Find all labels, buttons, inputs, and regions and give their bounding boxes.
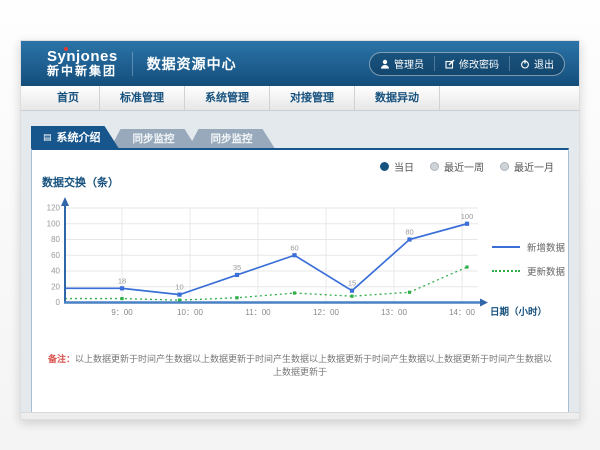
- filter-today[interactable]: 当日: [380, 159, 414, 174]
- user-menu: 管理员 修改密码 退出: [369, 52, 565, 76]
- power-icon: [520, 59, 530, 69]
- logo-text: Synjones: [47, 49, 118, 65]
- app-window: Synjones 新中新集团 数据资源中心 管理员 修改密码: [20, 40, 580, 420]
- nav-item-standard-mgmt[interactable]: 标准管理: [100, 86, 185, 110]
- tab-sync-monitor-2[interactable]: 同步监控: [189, 129, 275, 148]
- svg-text:60: 60: [51, 251, 60, 260]
- tab-bar: ▤ 系统介绍 同步监控 同步监控: [31, 126, 275, 148]
- footnote: 备注：以上数据更新于时间产生数据以上数据更新于时间产生数据以上数据更新于时间产生…: [44, 352, 556, 378]
- user-icon: [380, 59, 390, 69]
- tab-label: 同步监控: [211, 131, 253, 146]
- svg-text:100: 100: [461, 212, 474, 221]
- svg-text:15: 15: [348, 279, 356, 288]
- svg-text:13：00: 13：00: [381, 308, 407, 317]
- nav-item-interface-mgmt[interactable]: 对接管理: [270, 86, 355, 110]
- svg-text:12：00: 12：00: [313, 308, 339, 317]
- filter-label: 最近一月: [514, 159, 554, 174]
- radio-icon: [500, 162, 509, 171]
- tab-label: 系统介绍: [57, 129, 101, 145]
- user-menu-admin-label: 管理员: [394, 56, 424, 71]
- svg-text:80: 80: [51, 235, 60, 244]
- svg-text:9：00: 9：00: [111, 308, 133, 317]
- edit-icon: [445, 59, 455, 69]
- filter-label: 当日: [394, 159, 414, 174]
- svg-text:0: 0: [56, 298, 61, 307]
- svg-text:11：00: 11：00: [245, 308, 271, 317]
- nav-item-data-change[interactable]: 数据异动: [355, 86, 440, 110]
- logout-label: 退出: [534, 56, 554, 71]
- nav-item-home[interactable]: 首页: [37, 86, 100, 110]
- tab-sync-monitor-1[interactable]: 同步监控: [111, 129, 197, 148]
- svg-text:14：00: 14：00: [449, 308, 475, 317]
- chart-panel: 当日 最近一周 最近一月 数据交换（条） 0 20 40 60 80 100 120 9：00…: [31, 148, 569, 413]
- change-password-button[interactable]: 修改密码: [434, 56, 509, 71]
- legend-solid-line-icon: [492, 246, 520, 248]
- svg-text:80: 80: [405, 228, 413, 237]
- radio-icon: [380, 162, 389, 171]
- filter-last-month[interactable]: 最近一月: [500, 159, 554, 174]
- filter-last-week[interactable]: 最近一周: [430, 159, 484, 174]
- radio-icon: [430, 162, 439, 171]
- legend-item-new-data: 新增数据: [492, 240, 565, 254]
- svg-text:120: 120: [47, 204, 61, 213]
- svg-text:60: 60: [290, 243, 298, 252]
- svg-text:10：00: 10：00: [177, 308, 203, 317]
- svg-text:日期（小时）: 日期（小时）: [490, 306, 547, 318]
- nav-item-system-mgmt[interactable]: 系统管理: [185, 86, 270, 110]
- tab-label: 同步监控: [133, 131, 175, 146]
- main-nav: 首页 标准管理 系统管理 对接管理 数据异动: [21, 86, 579, 111]
- svg-text:10: 10: [175, 283, 183, 292]
- change-password-label: 修改密码: [459, 56, 499, 71]
- logout-button[interactable]: 退出: [509, 56, 564, 71]
- window-footer: [21, 412, 579, 419]
- legend-label: 新增数据: [527, 240, 565, 254]
- legend-label: 更新数据: [527, 264, 565, 278]
- page-title: 数据资源中心: [147, 54, 237, 74]
- user-menu-admin[interactable]: 管理员: [370, 56, 434, 71]
- svg-text:18: 18: [118, 276, 126, 285]
- header-divider: [132, 52, 133, 76]
- tab-system-intro[interactable]: ▤ 系统介绍: [31, 126, 119, 148]
- app-header: Synjones 新中新集团 数据资源中心 管理员 修改密码: [21, 41, 579, 86]
- footnote-label: 备注：: [48, 354, 75, 364]
- line-chart: 0 20 40 60 80 100 120 9：00 10：00 11：00 12：00 13：00 1…: [38, 195, 548, 335]
- legend-dotted-line-icon: [492, 270, 520, 272]
- svg-text:40: 40: [51, 267, 60, 276]
- y-axis-title: 数据交换（条）: [42, 174, 119, 190]
- chart-legend: 新增数据 更新数据: [492, 240, 565, 278]
- footnote-text: 以上数据更新于时间产生数据以上数据更新于时间产生数据以上数据更新于时间产生数据以…: [75, 354, 552, 377]
- logo: Synjones 新中新集团: [47, 49, 118, 77]
- legend-item-updated-data: 更新数据: [492, 264, 565, 278]
- svg-text:20: 20: [51, 282, 60, 291]
- range-filter-group: 当日 最近一周 最近一月: [380, 159, 554, 174]
- logo-subtext: 新中新集团: [47, 65, 118, 78]
- filter-label: 最近一周: [444, 159, 484, 174]
- svg-text:35: 35: [233, 263, 241, 272]
- document-icon: ▤: [43, 133, 52, 142]
- svg-text:100: 100: [47, 219, 61, 228]
